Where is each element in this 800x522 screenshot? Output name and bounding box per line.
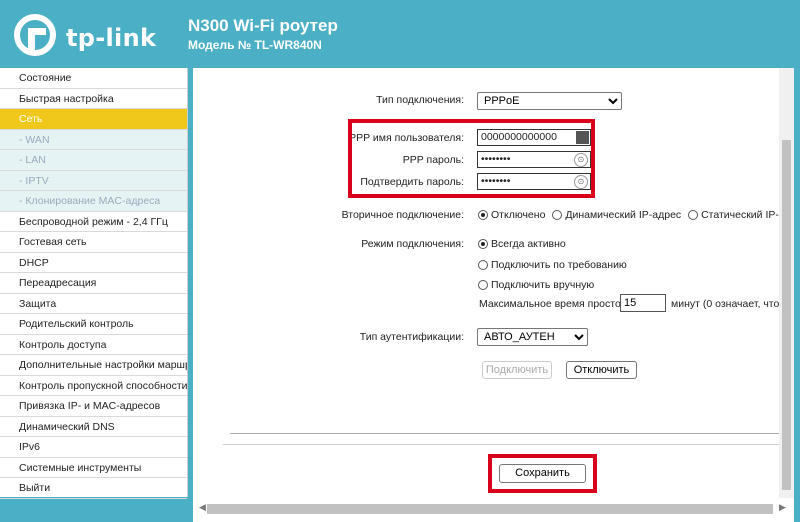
connect-button[interactable]: Подключить	[482, 361, 552, 379]
idle-time-unit: минут (0 означает, что по	[671, 298, 779, 310]
sidebar-item-15[interactable]: Контроль пропускной способности	[0, 376, 187, 396]
auth-type-label: Тип аутентификации:	[359, 331, 464, 343]
sidebar-item-6[interactable]: - Клонирование MAC-адреса	[0, 191, 187, 212]
sidebar-item-9[interactable]: DHCP	[0, 253, 187, 273]
secondary-radio-static[interactable]	[688, 210, 699, 220]
wan-settings-panel: Тип подключения: PPPoE PPP имя пользоват…	[193, 68, 779, 498]
sidebar-item-16[interactable]: Привязка IP- и MAC-адресов	[0, 396, 187, 417]
sidebar-item-18[interactable]: IPv6	[0, 437, 187, 458]
secondary-opt-static-label: Статический IP-адрес	[701, 209, 779, 221]
mode-radio-always[interactable]	[478, 239, 488, 249]
disconnect-button[interactable]: Отключить	[566, 361, 637, 379]
secondary-opt-dynamic-label: Динамический IP-адрес	[565, 209, 682, 221]
mode-always-option[interactable]: Всегда активно	[478, 238, 566, 250]
header: tp-link N300 Wi-Fi роутер Модель № TL-WR…	[0, 0, 800, 68]
sidebar-item-4[interactable]: - LAN	[0, 150, 187, 171]
secondary-radio-dynamic[interactable]	[552, 210, 563, 220]
model-number: Модель № TL-WR840N	[188, 38, 322, 52]
sidebar-item-19[interactable]: Системные инструменты	[0, 458, 187, 478]
auth-type-select[interactable]: АВТО_АУТЕН	[477, 328, 588, 346]
secondary-radio-off[interactable]	[478, 210, 488, 220]
sidebar-item-1[interactable]: Быстрая настройка	[0, 89, 187, 109]
sidebar-item-12[interactable]: Родительский контроль	[0, 314, 187, 335]
sidebar-item-17[interactable]: Динамический DNS	[0, 417, 187, 437]
sidebar-item-0[interactable]: Состояние	[0, 68, 187, 89]
mode-manual-label: Подключить вручную	[491, 279, 595, 291]
save-button[interactable]: Сохранить	[499, 464, 586, 483]
sidebar-item-20[interactable]: Выйти	[0, 478, 187, 499]
scroll-left-icon[interactable]: ◀	[199, 502, 206, 513]
mode-radio-demand[interactable]	[478, 260, 488, 270]
sidebar-menu: Состояние Быстрая настройка Сеть - WAN - LAN…	[0, 68, 188, 499]
secondary-conn-options: Отключено Динамический IP-адрес Статичес…	[478, 209, 779, 221]
secondary-opt-off-label: Отключено	[491, 209, 546, 221]
idle-time-input[interactable]: 15	[620, 294, 666, 312]
secondary-conn-label: Вторичное подключение:	[341, 209, 464, 221]
sidebar-item-10[interactable]: Переадресация	[0, 273, 187, 294]
mode-demand-option[interactable]: Подключить по требованию	[478, 259, 627, 271]
conn-type-label: Тип подключения:	[376, 94, 464, 106]
horizontal-scroll-thumb[interactable]	[207, 504, 773, 514]
horizontal-scrollbar[interactable]: ◀ ▶	[193, 498, 794, 522]
conn-type-select[interactable]: PPPoE	[477, 92, 622, 110]
sidebar-item-7[interactable]: Беспроводной режим - 2,4 ГГц	[0, 212, 187, 232]
divider-line-2	[223, 444, 779, 445]
logo-text: tp-link	[66, 24, 157, 52]
vertical-scrollbar[interactable]	[779, 68, 794, 498]
vertical-scroll-thumb[interactable]	[782, 140, 791, 490]
scroll-right-icon[interactable]: ▶	[779, 502, 786, 513]
sidebar-item-5[interactable]: - IPTV	[0, 170, 187, 191]
tp-link-logo-icon	[14, 14, 56, 56]
ppp-credentials-highlight	[348, 119, 595, 198]
sidebar-item-13[interactable]: Контроль доступа	[0, 335, 187, 355]
mode-demand-label: Подключить по требованию	[491, 259, 627, 271]
sidebar-item-3[interactable]: - WAN	[0, 129, 187, 150]
sidebar-item-2[interactable]: Сеть	[0, 109, 187, 130]
page-title: N300 Wi-Fi роутер	[188, 16, 338, 35]
divider-line	[230, 433, 779, 434]
conn-mode-label: Режим подключения:	[361, 238, 464, 250]
idle-time-label: Максимальное время простоя:	[479, 298, 630, 310]
sidebar-item-11[interactable]: Защита	[0, 294, 187, 314]
sidebar-item-14[interactable]: Дополнительные настройки маршрутизации	[0, 355, 187, 376]
mode-radio-manual[interactable]	[478, 280, 488, 290]
sidebar-item-8[interactable]: Гостевая сеть	[0, 232, 187, 253]
mode-always-label: Всегда активно	[491, 238, 566, 250]
mode-manual-option[interactable]: Подключить вручную	[478, 279, 594, 291]
